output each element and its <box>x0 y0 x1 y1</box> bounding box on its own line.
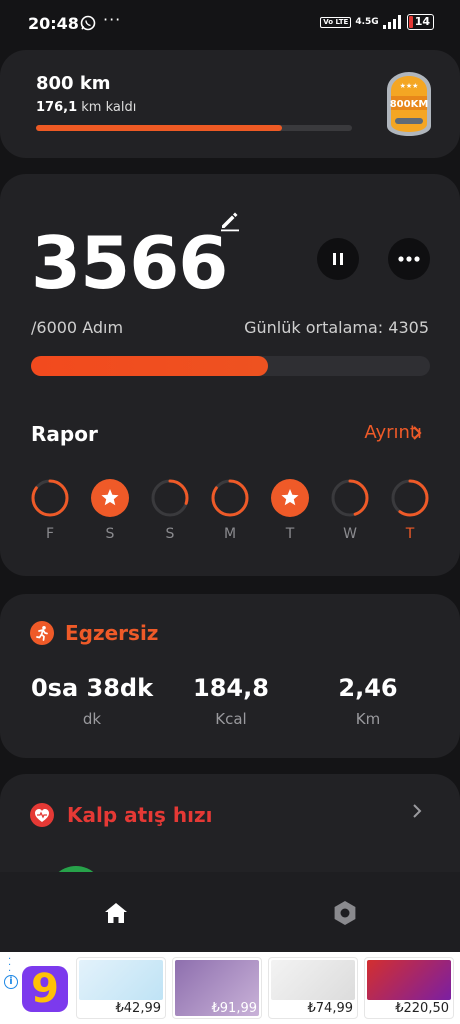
chevron-right-icon[interactable] <box>410 425 424 441</box>
notification-more-icon: ··· <box>103 10 122 29</box>
goal-title: 800 km <box>36 73 111 94</box>
ad-price: ₺42,99 <box>115 1001 162 1016</box>
day-label: W <box>343 526 357 542</box>
status-time: 20:48 <box>28 14 79 33</box>
chevron-right-icon[interactable] <box>410 803 424 819</box>
distance-value: 2,46 <box>338 674 398 702</box>
ad-product-image <box>367 960 451 1000</box>
steps-progress-bar <box>31 356 430 376</box>
heart-rate-icon <box>30 803 54 827</box>
ad-product-image <box>271 960 355 1000</box>
day-ring-icon <box>31 479 69 517</box>
heart-rate-title: Kalp atış hızı <box>67 803 213 827</box>
ad-product[interactable]: ₺91,99 <box>172 957 262 1019</box>
whatsapp-icon <box>80 15 96 31</box>
ad-logo-char: 9 <box>31 966 59 1012</box>
pause-icon <box>333 253 343 265</box>
weekly-report: FSSMTWT <box>20 478 440 548</box>
steps-progress-fill <box>31 356 268 376</box>
badge-label: 800KM <box>390 99 429 110</box>
day-label: T <box>405 526 415 542</box>
ad-product[interactable]: ₺74,99 <box>268 957 358 1019</box>
settings-icon[interactable] <box>331 899 359 927</box>
more-options-button[interactable] <box>388 238 430 280</box>
exercise-distance: 2,46 Km <box>283 674 453 728</box>
badge-800km-icon[interactable]: 800KM ★★★ <box>385 70 433 138</box>
day-label: F <box>45 526 55 542</box>
day-ring-icon <box>211 479 249 517</box>
day-ring-icon <box>331 479 369 517</box>
goal-remaining-value: 176,1 <box>36 100 78 115</box>
day-label: S <box>105 526 115 542</box>
ad-price: ₺91,99 <box>211 1001 258 1016</box>
day-progress[interactable]: S <box>80 478 140 542</box>
goal-star-icon <box>91 479 129 517</box>
status-bar: 20:48 ··· Vo LTE 4.5G 14 <box>0 0 460 48</box>
volte-icon: Vo LTE <box>320 16 352 28</box>
ad-info-icon[interactable]: i <box>4 975 18 989</box>
goal-remaining-label: km kaldı <box>81 100 137 115</box>
day-label: M <box>223 526 237 542</box>
edit-icon[interactable] <box>218 208 242 232</box>
step-goal: /6000 Adım <box>31 318 124 337</box>
home-icon[interactable] <box>103 900 129 926</box>
goal-progress-fill <box>36 125 283 131</box>
day-progress[interactable]: F <box>20 478 80 542</box>
day-progress[interactable]: S <box>140 478 200 542</box>
distance-unit: Km <box>355 710 381 728</box>
goal-remaining: 176,1 km kaldı <box>36 100 136 115</box>
more-icon <box>398 256 420 262</box>
daily-average: Günlük ortalama: 4305 <box>244 318 429 337</box>
day-ring-icon <box>391 479 429 517</box>
ad-price: ₺74,99 <box>307 1001 354 1016</box>
exercise-title: Egzersiz <box>65 621 159 645</box>
goal-progress-bar <box>36 125 352 131</box>
bottom-tab-bar <box>0 872 460 952</box>
day-progress[interactable]: T <box>380 478 440 542</box>
running-icon <box>30 621 54 645</box>
signal-icon <box>382 15 401 29</box>
step-count: 3566 <box>31 221 228 305</box>
day-progress[interactable]: W <box>320 478 380 542</box>
day-label: S <box>165 526 175 542</box>
pause-button[interactable] <box>317 238 359 280</box>
ad-price: ₺220,50 <box>395 1001 449 1016</box>
day-progress[interactable]: T <box>260 478 320 542</box>
ad-product[interactable]: ₺42,99 <box>76 957 166 1019</box>
ad-product[interactable]: ₺220,50 <box>364 957 454 1019</box>
ad-product-image <box>79 960 163 1000</box>
ad-app-logo[interactable]: 9 <box>22 966 68 1012</box>
ad-options-icon[interactable]: · · · <box>8 955 11 977</box>
day-label: T <box>285 526 295 542</box>
battery-level: 14 <box>414 15 430 28</box>
report-title: Rapor <box>31 422 98 446</box>
badge-stars-icon: ★★★ <box>400 82 419 90</box>
goal-star-icon <box>271 479 309 517</box>
network-type: 4.5G <box>355 17 379 27</box>
day-ring-icon <box>151 479 189 517</box>
day-progress[interactable]: M <box>200 478 260 542</box>
battery-icon: 14 <box>406 14 434 30</box>
